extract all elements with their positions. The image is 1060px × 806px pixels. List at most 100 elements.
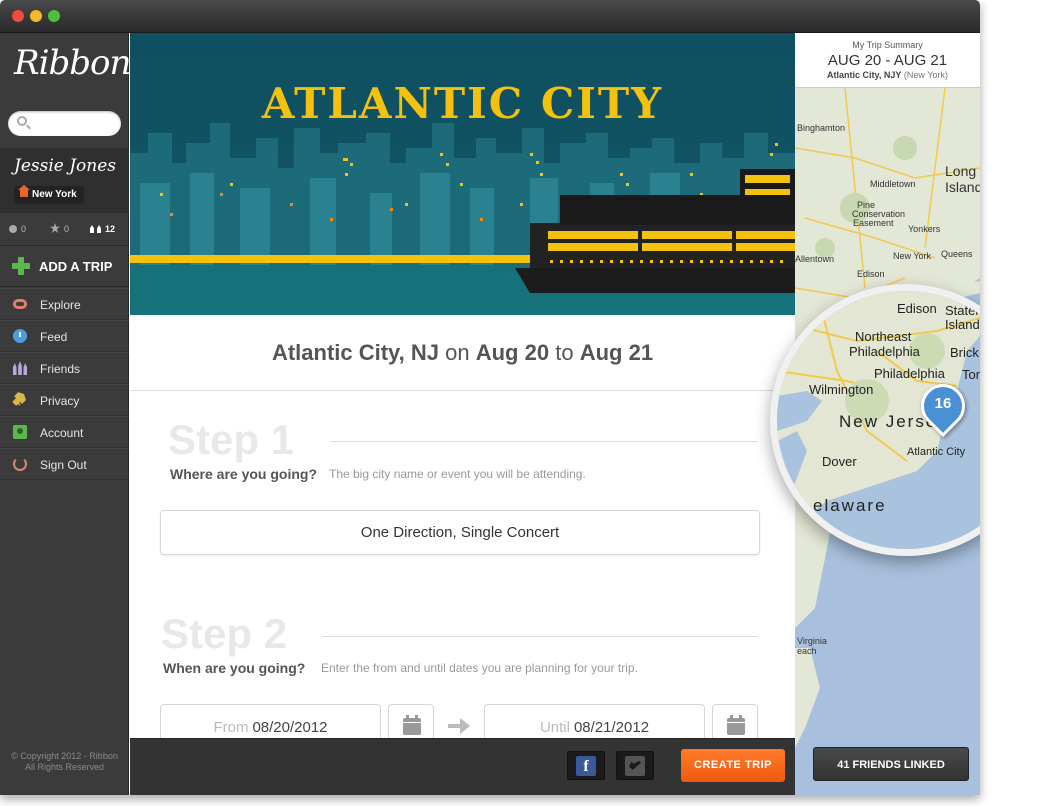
sidebar-item-privacy[interactable]: Privacy [0,384,129,416]
magnified-map-label: Philadelphia [849,344,920,359]
calendar-icon [727,715,745,735]
friends-icon [90,225,101,233]
eye-icon [13,299,27,309]
action-bar: f CREATE TRIP [130,738,795,795]
magnified-map-label: Philadelphia [874,366,945,381]
map-pin-count: 16 [934,395,952,412]
sidebar-item-explore[interactable]: Explore [0,288,129,320]
sign-out-icon [13,457,27,471]
step-2-question: When are you going? [163,660,306,676]
minimize-window-button[interactable] [30,10,42,22]
sidebar-item-friends[interactable]: Friends [0,352,129,384]
plus-icon [12,257,30,275]
trip-summary-city: Atlantic City, NJY [827,70,902,80]
map-label: Queens [941,249,973,259]
sidebar-item-label: Sign Out [40,458,87,472]
user-location: New York [32,189,77,200]
add-trip-label: ADD A TRIP [39,259,113,274]
map-label: Easement [853,218,894,228]
key-icon [10,390,30,410]
magnified-map-label: Island [945,317,980,332]
magnified-map-label: Toms River [962,367,980,382]
comment-icon [9,225,17,233]
until-date-value: 08/21/2012 [573,719,650,736]
add-trip-button[interactable]: ADD A TRIP [0,247,129,287]
step-1-title: Step 1 [168,416,295,463]
step-1-divider [330,441,758,442]
twitter-share-button[interactable] [616,751,654,780]
trip-summary-location: Atlantic City, NJY (New York) [795,70,980,80]
magnified-map-label: Wilmington [809,382,874,397]
create-trip-button[interactable]: CREATE TRIP [681,749,785,782]
step-2-divider [322,636,758,637]
city-skyline-illustration [130,123,795,315]
search-input[interactable] [30,114,115,133]
magnified-map-label: elaware [813,496,887,515]
sidebar-item-label: Explore [40,298,81,312]
sidebar-item-label: Privacy [40,394,80,408]
destination-until-date: Aug 21 [579,340,654,365]
zoom-window-button[interactable] [48,10,60,22]
title-bar [0,0,980,33]
sidebar-item-label: Account [40,426,84,440]
trip-summary-label: My Trip Summary [852,40,923,50]
magnified-map-label: Edison [897,301,937,316]
map-magnifier-lens[interactable]: Edison Staten Island Northeast Philadelp… [770,284,980,556]
until-date-label: Until [539,719,570,736]
home-icon [18,185,30,197]
map-label: Binghamton [797,123,846,133]
trip-summary-header: My Trip Summary AUG 20 - AUG 21 Atlantic… [795,33,980,88]
friends-count: 12 [105,224,116,234]
friends-icon [13,361,27,375]
banner-title: ATLANTIC CITY [261,79,664,128]
magnified-map-label: Northeast [855,329,912,344]
star-icon [50,223,60,233]
trip-summary-dates: AUG 20 - AUG 21 [827,52,948,69]
map-label: New York [893,251,932,261]
magnified-map-label: Brick [950,345,979,360]
step-1-question: Where are you going? [170,466,318,482]
calendar-icon [403,715,421,735]
facebook-share-button[interactable]: f [567,751,605,780]
map-label: Yonkers [908,224,941,234]
destination-connector: to [555,340,574,365]
destination-input[interactable] [161,511,759,554]
copyright-line: © Copyright 2012 - Ribbon [11,751,118,761]
magnified-map-label: Atlantic City [907,446,966,458]
destination-place: Atlantic City, NJ [271,340,439,365]
sidebar-item-label: Feed [40,330,68,344]
sidebar: Ribbon Jessie Jones New York 0 0 12 ADD … [0,33,131,795]
user-name[interactable]: Jessie Jones [14,156,116,176]
magnified-map-label: Staten [945,303,980,318]
destination-field[interactable] [160,510,760,555]
user-location-badge: New York [14,185,84,204]
map-label: each [797,646,817,656]
trip-summary-city-extra: (New York) [903,70,948,80]
search-box[interactable] [8,111,121,136]
search-icon [17,116,27,126]
app-window: Ribbon Jessie Jones New York 0 0 12 ADD … [0,0,980,795]
twitter-icon [625,756,645,776]
from-date-label: From [213,719,249,736]
comments-count: 0 [21,224,27,234]
sidebar-item-label: Friends [40,362,81,376]
close-window-button[interactable] [12,10,24,22]
copyright: © Copyright 2012 - Ribbon All Rights Res… [0,751,129,773]
ribbon-logo[interactable]: Ribbon [14,43,131,83]
step-2-hint: Enter the from and until dates you are p… [321,661,638,675]
destination-connector: on [445,340,470,365]
map-label: Virginia [797,636,827,646]
sidebar-item-sign-out[interactable]: Sign Out [0,448,129,480]
favorites-count: 0 [64,224,70,234]
destination-from-date: Aug 20 [475,340,550,365]
favorites-stat[interactable]: 0 [50,223,69,235]
map-label: Edison [857,269,885,279]
sidebar-item-account[interactable]: Account [0,416,129,448]
sidebar-item-feed[interactable]: Feed [0,320,129,352]
map-label: Middletown [870,179,916,189]
friends-linked-button[interactable]: 41 FRIENDS LINKED [813,747,969,781]
destination-banner: ATLANTIC CITY [130,33,795,315]
friends-stat[interactable]: 12 [90,223,115,235]
main-content: ATLANTIC CITY Atlantic City, NJ on Aug 2… [130,33,795,795]
comments-stat[interactable]: 0 [9,223,26,235]
